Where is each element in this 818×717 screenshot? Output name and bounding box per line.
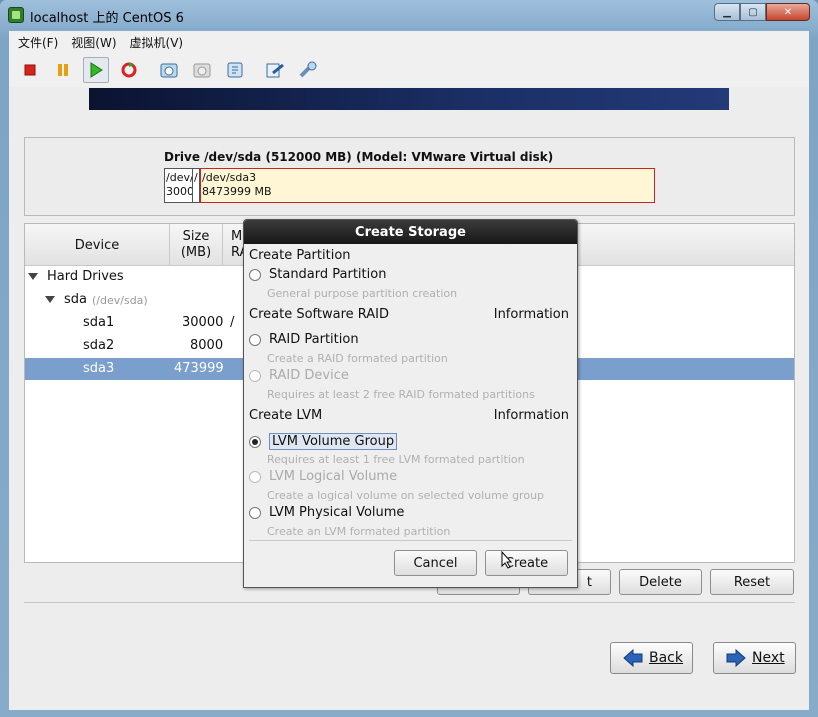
window-titlebar: localhost 上的 CentOS 6 ▁ ▢ ✕ — [0, 0, 818, 30]
drive-title: Drive /dev/sda (512000 MB) (Model: VMwar… — [164, 150, 554, 164]
option-description: Requires at least 1 free LVM formated pa… — [267, 453, 525, 466]
option-label: LVM Logical Volume — [269, 469, 398, 484]
toolbar — [9, 54, 809, 86]
option-label: LVM Physical Volume — [269, 505, 405, 520]
vm-window: localhost 上的 CentOS 6 ▁ ▢ ✕ 文件(F) 视图(W) … — [0, 0, 818, 717]
radio-lvm-volume-group[interactable]: LVM Volume Group — [249, 433, 398, 450]
section-create-lvm: Create LVM — [249, 408, 323, 423]
back-label: Back — [649, 650, 683, 666]
info-link-raid[interactable]: Information — [494, 307, 569, 322]
delete-button[interactable]: Delete — [619, 569, 702, 595]
segment-size: 8473999 MB — [202, 185, 272, 198]
dialog-title: Create Storage — [244, 220, 577, 244]
section-create-software-raid: Create Software RAID — [249, 307, 390, 322]
reset-button[interactable]: Reset — [710, 569, 794, 595]
minimize-icon[interactable]: ▁ — [714, 3, 740, 21]
segment-size: 30000 — [166, 185, 192, 198]
close-icon[interactable]: ✕ — [766, 3, 810, 21]
row-size: 30000 — [182, 315, 224, 330]
cancel-button[interactable]: Cancel — [394, 550, 477, 576]
col-device[interactable]: Device — [25, 224, 170, 266]
partition-segment-sda1[interactable]: /dev/ 30000 — [164, 168, 193, 203]
radio-icon — [249, 470, 261, 483]
create-confirm-button[interactable]: Create — [485, 550, 568, 576]
option-label: RAID Device — [269, 368, 349, 383]
installer-banner — [89, 88, 729, 110]
menu-vm[interactable]: 虚拟机(V) — [130, 34, 184, 51]
vm-client-area: 文件(F) 视图(W) 虚拟机(V) Drive /dev/sda (51200… — [9, 31, 809, 710]
tools-icon[interactable] — [295, 57, 321, 83]
info-link-lvm[interactable]: Information — [494, 408, 569, 423]
row-size: 473999 — [174, 361, 224, 376]
revert-snapshot-icon[interactable] — [189, 57, 215, 83]
reset-icon[interactable] — [116, 57, 142, 83]
drive-overview: Drive /dev/sda (512000 MB) (Model: VMwar… — [24, 137, 795, 216]
partition-segment-sda2[interactable]: / — [192, 168, 200, 203]
next-button[interactable]: Next — [713, 642, 796, 674]
menubar: 文件(F) 视图(W) 虚拟机(V) — [9, 31, 809, 53]
option-description: General purpose partition creation — [267, 287, 458, 300]
divider — [24, 602, 795, 603]
option-description: Requires at least 2 free RAID formated p… — [267, 388, 535, 401]
back-button[interactable]: Back — [610, 642, 693, 674]
partition-segment-sda3[interactable]: /dev/sda3 8473999 MB — [200, 168, 655, 203]
option-description: Create a logical volume on selected volu… — [267, 489, 545, 502]
radio-lvm-physical-volume[interactable]: LVM Physical Volume — [249, 505, 404, 520]
section-create-partition: Create Partition — [249, 248, 351, 263]
create-storage-dialog: Create Storage Create Partition Standard… — [243, 219, 578, 588]
maximize-icon[interactable]: ▢ — [740, 3, 766, 21]
snapshot-icon[interactable] — [156, 57, 182, 83]
segment-label: /dev/ — [166, 171, 193, 184]
radio-icon — [249, 369, 261, 382]
radio-icon — [249, 268, 261, 281]
row-label: sda1 — [83, 315, 115, 330]
segment-label: /dev/sda3 — [202, 171, 257, 184]
option-label: LVM Volume Group — [269, 433, 398, 450]
radio-icon — [249, 333, 261, 346]
radio-lvm-logical-volume: LVM Logical Volume — [249, 469, 397, 484]
option-label: RAID Partition — [269, 332, 359, 347]
row-mount: / — [230, 315, 235, 330]
row-label: sda2 — [83, 338, 115, 353]
play-icon[interactable] — [83, 57, 109, 83]
col-mount[interactable]: M RA — [223, 224, 248, 266]
window-title: localhost 上的 CentOS 6 — [30, 11, 184, 26]
next-label: Next — [752, 650, 785, 666]
vmware-app-icon — [8, 7, 24, 23]
row-label: sda3 — [83, 361, 115, 376]
option-description: Create a RAID formated partition — [267, 352, 448, 365]
col-size[interactable]: Size (MB) — [170, 224, 223, 266]
radio-icon — [249, 506, 261, 519]
row-path: (/dev/sda) — [92, 294, 148, 307]
expander-icon[interactable] — [45, 296, 55, 303]
back-arrow-icon — [623, 649, 643, 667]
guest-installer-screen: Drive /dev/sda (512000 MB) (Model: VMwar… — [9, 87, 809, 710]
option-label: Standard Partition — [269, 267, 387, 282]
window-controls: ▁ ▢ ✕ — [714, 3, 810, 21]
settings-icon[interactable] — [262, 57, 288, 83]
menu-view[interactable]: 视图(W) — [71, 34, 116, 51]
radio-standard-partition[interactable]: Standard Partition — [249, 267, 386, 282]
expander-icon[interactable] — [28, 273, 38, 280]
pause-icon[interactable] — [50, 57, 76, 83]
menu-file[interactable]: 文件(F) — [18, 34, 58, 51]
stop-icon[interactable] — [17, 57, 43, 83]
option-description: Create an LVM formated partition — [267, 525, 451, 538]
next-arrow-icon — [726, 649, 746, 667]
radio-raid-partition[interactable]: RAID Partition — [249, 332, 359, 347]
segment-label: / — [194, 171, 198, 184]
radio-selected-icon — [249, 435, 261, 448]
row-label: Hard Drives — [47, 269, 124, 284]
row-label: sda — [64, 292, 87, 307]
radio-raid-device: RAID Device — [249, 368, 349, 383]
mouse-cursor-icon — [501, 551, 513, 569]
dialog-divider — [249, 540, 572, 541]
snapshot-manager-icon[interactable] — [222, 57, 248, 83]
row-size: 8000 — [190, 338, 224, 353]
